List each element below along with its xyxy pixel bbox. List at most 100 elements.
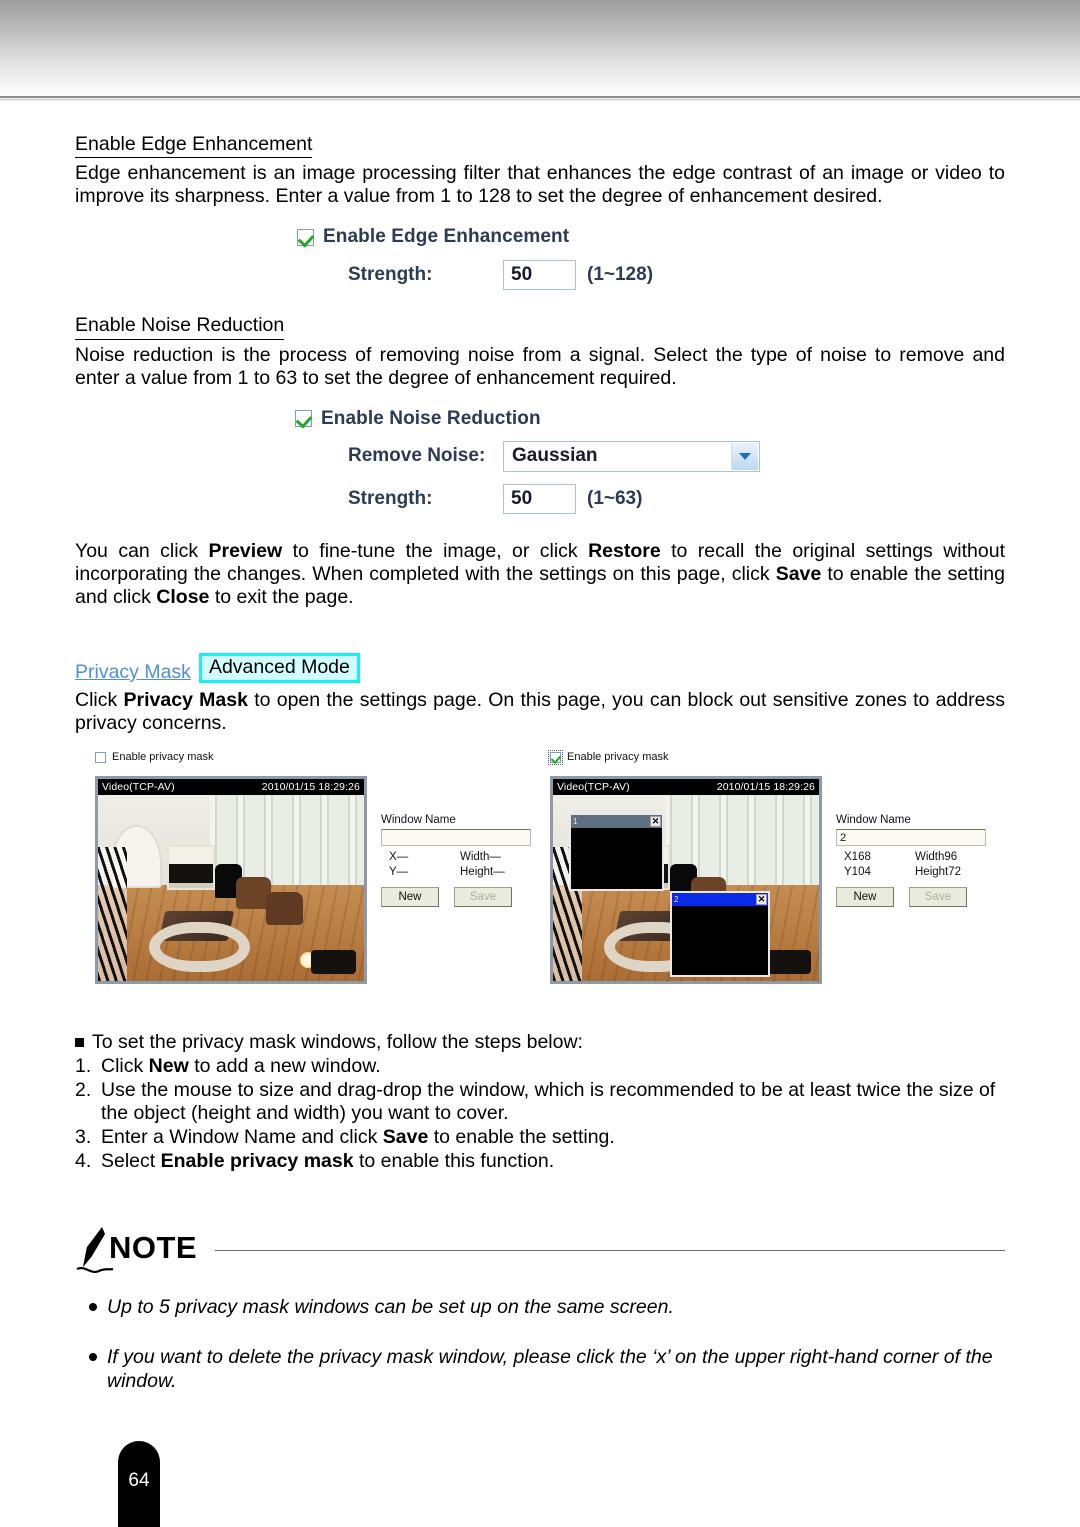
right-form-buttons: New Save bbox=[836, 887, 986, 908]
remove-noise-label: Remove Noise: bbox=[348, 445, 486, 467]
preview-bold-preview: Preview bbox=[208, 539, 283, 562]
square-bullet-icon bbox=[75, 1038, 84, 1048]
section-edge-enhancement: Enable Edge Enhancement Edge enhancement… bbox=[75, 133, 1005, 291]
right-coord-grid: X168 Width96 Y104 Height72 bbox=[836, 851, 986, 878]
privacy-mask-window-1[interactable]: 1 ✕ bbox=[569, 813, 664, 892]
step-1-part2: to add a new window. bbox=[188, 1055, 381, 1078]
left-video-viewer: Video(TCP-AV) 2010/01/15 18:29:26 bbox=[95, 776, 367, 985]
enable-edge-enhancement-checkbox[interactable] bbox=[297, 228, 314, 246]
left-enable-privacy-mask-checkbox[interactable] bbox=[95, 751, 106, 763]
left-x-value: X— bbox=[389, 851, 409, 864]
left-viewer-timestamp: 2010/01/15 18:29:26 bbox=[261, 781, 360, 794]
note-item-1: Up to 5 privacy mask windows can be set … bbox=[75, 1295, 1005, 1319]
page-number-tab: 64 bbox=[118, 1441, 160, 1527]
enable-edge-enhancement-label: Enable Edge Enhancement bbox=[323, 226, 570, 248]
preview-text-5: to exit the page. bbox=[209, 585, 354, 608]
step-1-text: Click New to add a new window. bbox=[101, 1055, 1005, 1078]
privacy-mask-heading-row: Privacy Mask Advanced Mode bbox=[75, 652, 1005, 684]
left-mask-form: Window Name X— Width— Y— Height— New Sav… bbox=[381, 776, 531, 984]
remove-noise-select[interactable]: Gaussian bbox=[503, 440, 760, 472]
noise-strength-label: Strength: bbox=[348, 487, 433, 509]
close-icon[interactable]: ✕ bbox=[650, 816, 661, 828]
left-save-button[interactable]: Save bbox=[454, 887, 512, 908]
right-enable-privacy-mask-checkbox[interactable] bbox=[548, 749, 563, 765]
step-3-part1: Enter a Window Name and click bbox=[101, 1126, 383, 1149]
noise-enable-row[interactable]: Enable Noise Reduction bbox=[295, 408, 1005, 430]
pm-text-1: Click bbox=[75, 689, 124, 712]
step-4-part2: to enable this function. bbox=[353, 1150, 555, 1173]
page-number: 64 bbox=[128, 1470, 150, 1491]
step-4-text: Select Enable privacy mask to enable thi… bbox=[101, 1150, 1005, 1173]
right-window-name-input[interactable]: 2 bbox=[836, 829, 986, 847]
left-window-name-title: Window Name bbox=[381, 814, 456, 827]
right-y-value: Y104 bbox=[844, 866, 871, 879]
page-content: Enable Edge Enhancement Edge enhancement… bbox=[75, 133, 1005, 1393]
step-3-text: Enter a Window Name and click Save to en… bbox=[101, 1126, 1005, 1149]
right-save-button[interactable]: Save bbox=[909, 887, 967, 908]
right-viewer-statusbar: Video(TCP-AV) 2010/01/15 18:29:26 bbox=[553, 779, 819, 796]
close-icon[interactable]: ✕ bbox=[756, 894, 767, 906]
left-scene bbox=[98, 795, 364, 982]
note-item-2: If you want to delete the privacy mask w… bbox=[75, 1345, 1005, 1393]
left-coord-grid: X— Width— Y— Height— bbox=[381, 851, 531, 878]
right-new-button[interactable]: New bbox=[836, 887, 894, 908]
mask-window-1-titlebar[interactable]: 1 ✕ bbox=[571, 815, 662, 829]
pm-bold-privacy-mask: Privacy Mask bbox=[123, 689, 248, 712]
left-form-buttons: New Save bbox=[381, 887, 531, 908]
right-height-value: Height72 bbox=[915, 866, 962, 879]
right-panel: Video(TCP-AV) 2010/01/15 18:29:26 1 ✕ 2 … bbox=[550, 776, 986, 985]
left-panel: Video(TCP-AV) 2010/01/15 18:29:26 Window… bbox=[95, 776, 531, 985]
right-mask-form: Window Name 2 X168 Width96 Y104 Height72… bbox=[836, 776, 986, 984]
page-header-rule bbox=[0, 96, 1080, 101]
step-3-part2: to enable the setting. bbox=[428, 1126, 615, 1149]
noise-reduction-heading: Enable Noise Reduction bbox=[75, 314, 285, 340]
privacy-mask-steps: To set the privacy mask windows, follow … bbox=[75, 1031, 1005, 1173]
right-enable-privacy-mask-row[interactable]: Enable privacy mask bbox=[548, 749, 986, 765]
privacy-mask-figures: Enable privacy mask Video(TCP-AV) 2010/0… bbox=[75, 749, 1005, 1017]
noise-strength-input[interactable]: 50 bbox=[503, 483, 576, 514]
note-block: NOTE Up to 5 privacy mask windows can be… bbox=[75, 1225, 1005, 1393]
noise-strength-row: Strength: 50 (1~63) bbox=[348, 483, 1005, 514]
noise-reduction-widget: Enable Noise Reduction Remove Noise: Gau… bbox=[75, 408, 1005, 514]
step-item-3: 3. Enter a Window Name and click Save to… bbox=[75, 1126, 1005, 1149]
privacy-mask-paragraph: Click Privacy Mask to open the settings … bbox=[75, 689, 1005, 735]
edge-enhancement-widget: Enable Edge Enhancement Strength: 50 (1~… bbox=[75, 226, 1005, 291]
step-4-bold: Enable privacy mask bbox=[160, 1150, 354, 1173]
edge-enable-row[interactable]: Enable Edge Enhancement bbox=[297, 226, 1005, 248]
page-header-band bbox=[0, 0, 1080, 96]
step-4-number: 4. bbox=[75, 1150, 92, 1173]
privacy-mask-link[interactable]: Privacy Mask bbox=[75, 661, 191, 683]
section-noise-reduction: Enable Noise Reduction Noise reduction i… bbox=[75, 314, 1005, 514]
left-new-button[interactable]: New bbox=[381, 887, 439, 908]
enable-noise-reduction-checkbox[interactable] bbox=[295, 410, 312, 428]
screenshot-left: Enable privacy mask Video(TCP-AV) 2010/0… bbox=[95, 749, 531, 985]
step-3-number: 3. bbox=[75, 1126, 92, 1149]
edge-enhancement-heading: Enable Edge Enhancement bbox=[75, 133, 313, 159]
step-3-bold: Save bbox=[382, 1126, 429, 1149]
left-video-image[interactable] bbox=[98, 795, 364, 982]
privacy-mask-window-2[interactable]: 2 ✕ bbox=[670, 891, 770, 978]
preview-text-1: You can click bbox=[75, 539, 209, 562]
right-video-image[interactable]: 1 ✕ 2 ✕ bbox=[553, 795, 819, 982]
step-1-bold: New bbox=[148, 1055, 189, 1078]
edge-strength-range-hint: (1~128) bbox=[587, 264, 654, 286]
left-window-name-input[interactable] bbox=[381, 829, 531, 847]
step-item-1: 1. Click New to add a new window. bbox=[75, 1055, 1005, 1078]
mask-window-2-titlebar[interactable]: 2 ✕ bbox=[672, 893, 768, 907]
step-item-2: 2. Use the mouse to size and drag-drop t… bbox=[75, 1079, 1005, 1125]
step-2-text: Use the mouse to size and drag-drop the … bbox=[101, 1079, 996, 1125]
left-viewer-stream-label: Video(TCP-AV) bbox=[102, 781, 175, 794]
left-enable-privacy-mask-row[interactable]: Enable privacy mask bbox=[95, 749, 531, 765]
advanced-mode-badge: Advanced Mode bbox=[198, 652, 360, 684]
preview-bold-restore: Restore bbox=[588, 539, 661, 562]
noise-reduction-paragraph: Noise reduction is the process of removi… bbox=[75, 343, 1005, 389]
note-item-1-text: Up to 5 privacy mask windows can be set … bbox=[107, 1296, 674, 1319]
bullet-dot-icon bbox=[89, 1353, 97, 1362]
note-divider bbox=[215, 1250, 1005, 1252]
chevron-down-icon[interactable] bbox=[731, 442, 758, 470]
note-title: NOTE bbox=[109, 1230, 198, 1266]
edge-strength-input[interactable]: 50 bbox=[503, 260, 576, 291]
left-viewer-statusbar: Video(TCP-AV) 2010/01/15 18:29:26 bbox=[98, 779, 364, 796]
step-1-number: 1. bbox=[75, 1055, 92, 1078]
note-header: NOTE bbox=[75, 1225, 1005, 1277]
